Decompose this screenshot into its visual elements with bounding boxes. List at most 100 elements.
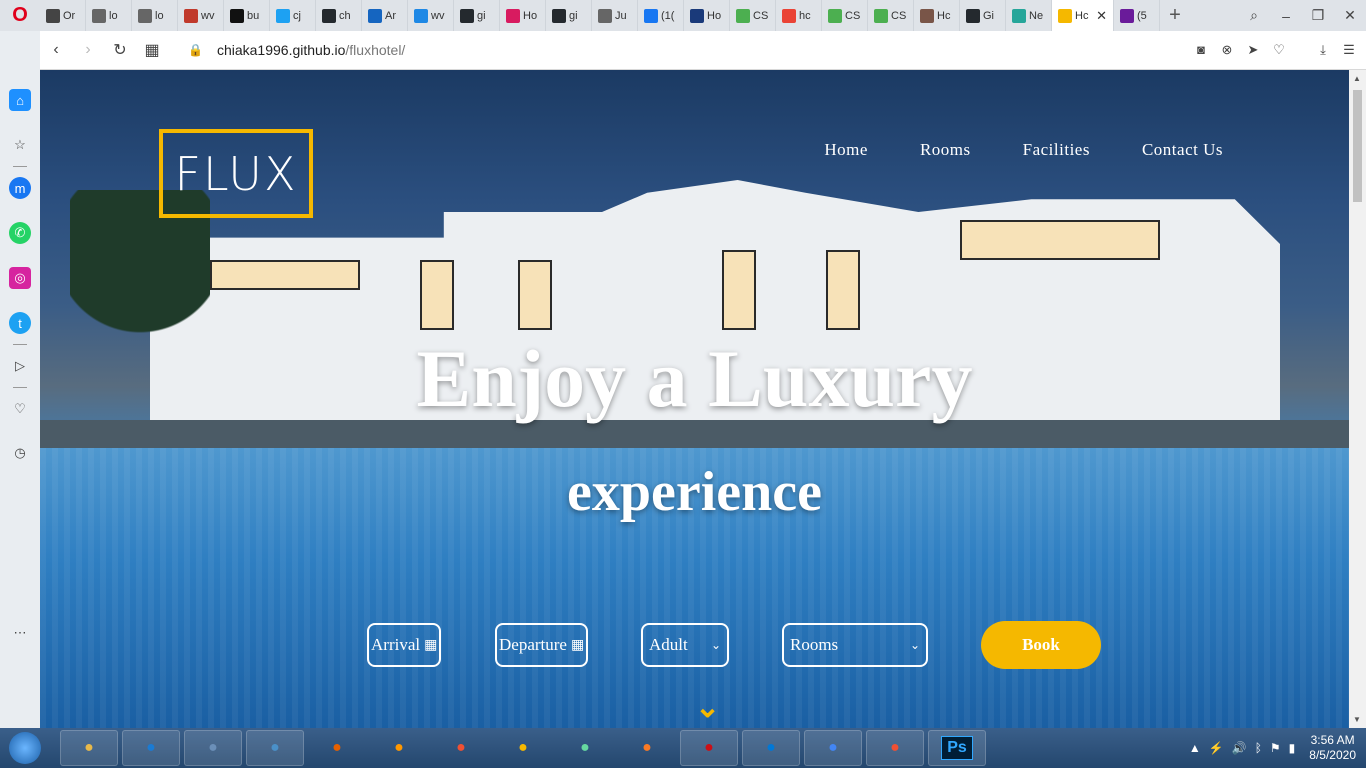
power-icon[interactable]: ⚡ <box>1209 741 1224 755</box>
tab-favicon-icon <box>46 8 60 23</box>
browser-tab[interactable]: Hc ✕ <box>1052 0 1114 31</box>
tab-favicon-icon <box>138 8 152 23</box>
scroll-down-icon[interactable]: ⌄ <box>695 690 720 725</box>
browser-tab[interactable]: (1( <box>638 0 684 31</box>
browser-tab[interactable]: CS <box>822 0 868 31</box>
whatsapp-icon[interactable]: ✆ <box>9 222 31 244</box>
divider <box>13 344 27 345</box>
url-field[interactable]: 🔒 chiaka1996.github.io/fluxhotel/ <box>188 42 405 58</box>
search-tabs-icon[interactable]: ⌕ <box>1238 7 1270 24</box>
clock[interactable]: 3:56 AM 8/5/2020 <box>1309 733 1356 763</box>
browser-tab[interactable]: lo <box>86 0 132 31</box>
browser-tab[interactable]: Ho <box>684 0 730 31</box>
taskbar-app-opera[interactable]: ● <box>680 730 738 766</box>
nav-home[interactable]: Home <box>824 140 868 160</box>
browser-tab[interactable]: Or <box>40 0 86 31</box>
flag-icon[interactable]: ⚑ <box>1270 741 1281 755</box>
book-button[interactable]: Book <box>981 621 1101 669</box>
download-icon[interactable]: ⤓ <box>1314 42 1332 58</box>
taskbar-app-vs-code[interactable]: ● <box>742 730 800 766</box>
browser-tab[interactable]: gi <box>454 0 500 31</box>
browser-tab[interactable]: bu <box>224 0 270 31</box>
tab-favicon-icon <box>782 8 796 23</box>
taskbar-app-atom[interactable]: ● <box>556 730 614 766</box>
start-button[interactable] <box>0 728 50 768</box>
taskbar-app-sublime[interactable]: ● <box>370 730 428 766</box>
heart-icon[interactable]: ♡ <box>1270 42 1288 58</box>
browser-tab[interactable]: CS <box>730 0 776 31</box>
taskbar-app-git-gui[interactable]: ● <box>866 730 924 766</box>
forward-button[interactable]: › <box>72 41 104 59</box>
taskbar-app-ps[interactable]: Ps <box>928 730 986 766</box>
browser-tab[interactable]: gi <box>546 0 592 31</box>
tab-favicon-icon <box>322 8 336 23</box>
volume-icon[interactable]: 🔊 <box>1232 741 1247 755</box>
speed-dial-button[interactable]: ▦ <box>136 40 168 60</box>
page-scrollbar[interactable]: ▲ ▼ <box>1349 70 1366 728</box>
browser-tab[interactable]: wv <box>178 0 224 31</box>
arrival-field[interactable]: Arrival ▦ <box>367 623 441 667</box>
reload-button[interactable]: ↻ <box>104 40 136 60</box>
adblock-icon[interactable]: ⊗ <box>1218 42 1236 58</box>
site-logo[interactable]: FLUX <box>159 129 313 218</box>
heart-icon[interactable]: ♡ <box>9 398 31 420</box>
send-icon[interactable]: ➤ <box>1244 42 1262 58</box>
history-icon[interactable]: ◷ <box>9 442 31 464</box>
back-button[interactable]: ‹ <box>40 41 72 59</box>
browser-tab[interactable]: Ju <box>592 0 638 31</box>
tray-expand-icon[interactable]: ▲ <box>1189 741 1201 755</box>
browser-tab[interactable]: Ar <box>362 0 408 31</box>
departure-field[interactable]: Departure ▦ <box>495 623 588 667</box>
browser-tab[interactable]: CS <box>868 0 914 31</box>
browser-tab[interactable]: Ho <box>500 0 546 31</box>
browser-tab[interactable]: lo <box>132 0 178 31</box>
taskbar-app-media[interactable]: ● <box>246 730 304 766</box>
opera-menu-icon[interactable]: O <box>0 0 40 31</box>
scroll-up-arrow-icon[interactable]: ▲ <box>1353 74 1361 83</box>
tab-favicon-icon <box>828 8 842 23</box>
taskbar-app-firefox[interactable]: ● <box>308 730 366 766</box>
browser-tab[interactable]: cj <box>270 0 316 31</box>
rooms-select[interactable]: Rooms ⌄ <box>782 623 928 667</box>
hero-subheading: experience <box>567 461 822 523</box>
browser-tab[interactable]: Hc <box>914 0 960 31</box>
scroll-down-arrow-icon[interactable]: ▼ <box>1353 715 1361 724</box>
bookmarks-icon[interactable]: ☆ <box>9 134 31 156</box>
minimize-button[interactable]: – <box>1270 8 1302 24</box>
nav-facilities[interactable]: Facilities <box>1023 140 1090 160</box>
browser-tab[interactable]: ch <box>316 0 362 31</box>
more-icon[interactable]: ⋯ <box>9 622 31 644</box>
calendar-icon: ▦ <box>424 637 438 653</box>
browser-tab[interactable]: Gi <box>960 0 1006 31</box>
twitter-icon[interactable]: t <box>9 312 31 334</box>
close-window-button[interactable]: ✕ <box>1334 7 1366 24</box>
instagram-icon[interactable]: ◎ <box>9 267 31 289</box>
new-tab-button[interactable]: + <box>1160 4 1190 27</box>
taskbar-app-chrome[interactable]: ● <box>804 730 862 766</box>
maximize-button[interactable]: ❐ <box>1302 7 1334 24</box>
nav-rooms[interactable]: Rooms <box>920 140 971 160</box>
nav-contact[interactable]: Contact Us <box>1142 140 1223 160</box>
taskbar-app-keyboard[interactable]: ● <box>184 730 242 766</box>
taskbar-app-git[interactable]: ● <box>432 730 490 766</box>
network-icon[interactable]: ▮ <box>1289 741 1296 755</box>
camera-icon[interactable]: ◙ <box>1192 42 1210 58</box>
browser-tab[interactable]: hc <box>776 0 822 31</box>
close-tab-icon[interactable]: ✕ <box>1096 8 1107 24</box>
adult-select[interactable]: Adult ⌄ <box>641 623 729 667</box>
app-icon: ● <box>394 739 404 756</box>
taskbar-app-keys[interactable]: ● <box>494 730 552 766</box>
taskbar-app-ie[interactable]: ● <box>122 730 180 766</box>
messenger-icon[interactable]: m <box>9 177 31 199</box>
taskbar-app-xampp[interactable]: ● <box>618 730 676 766</box>
flow-icon[interactable]: ▷ <box>9 355 31 377</box>
browser-tab[interactable]: (5 <box>1114 0 1160 31</box>
bluetooth-icon[interactable]: ᛒ <box>1255 741 1262 755</box>
taskbar-app-explorer[interactable]: ● <box>60 730 118 766</box>
easy-setup-icon[interactable]: ☰ <box>1340 42 1358 58</box>
browser-tab[interactable]: wv <box>408 0 454 31</box>
tab-label: gi <box>477 9 486 22</box>
home-icon[interactable]: ⌂ <box>9 89 31 111</box>
browser-tab[interactable]: Ne <box>1006 0 1052 31</box>
scrollbar-thumb[interactable] <box>1353 90 1362 202</box>
